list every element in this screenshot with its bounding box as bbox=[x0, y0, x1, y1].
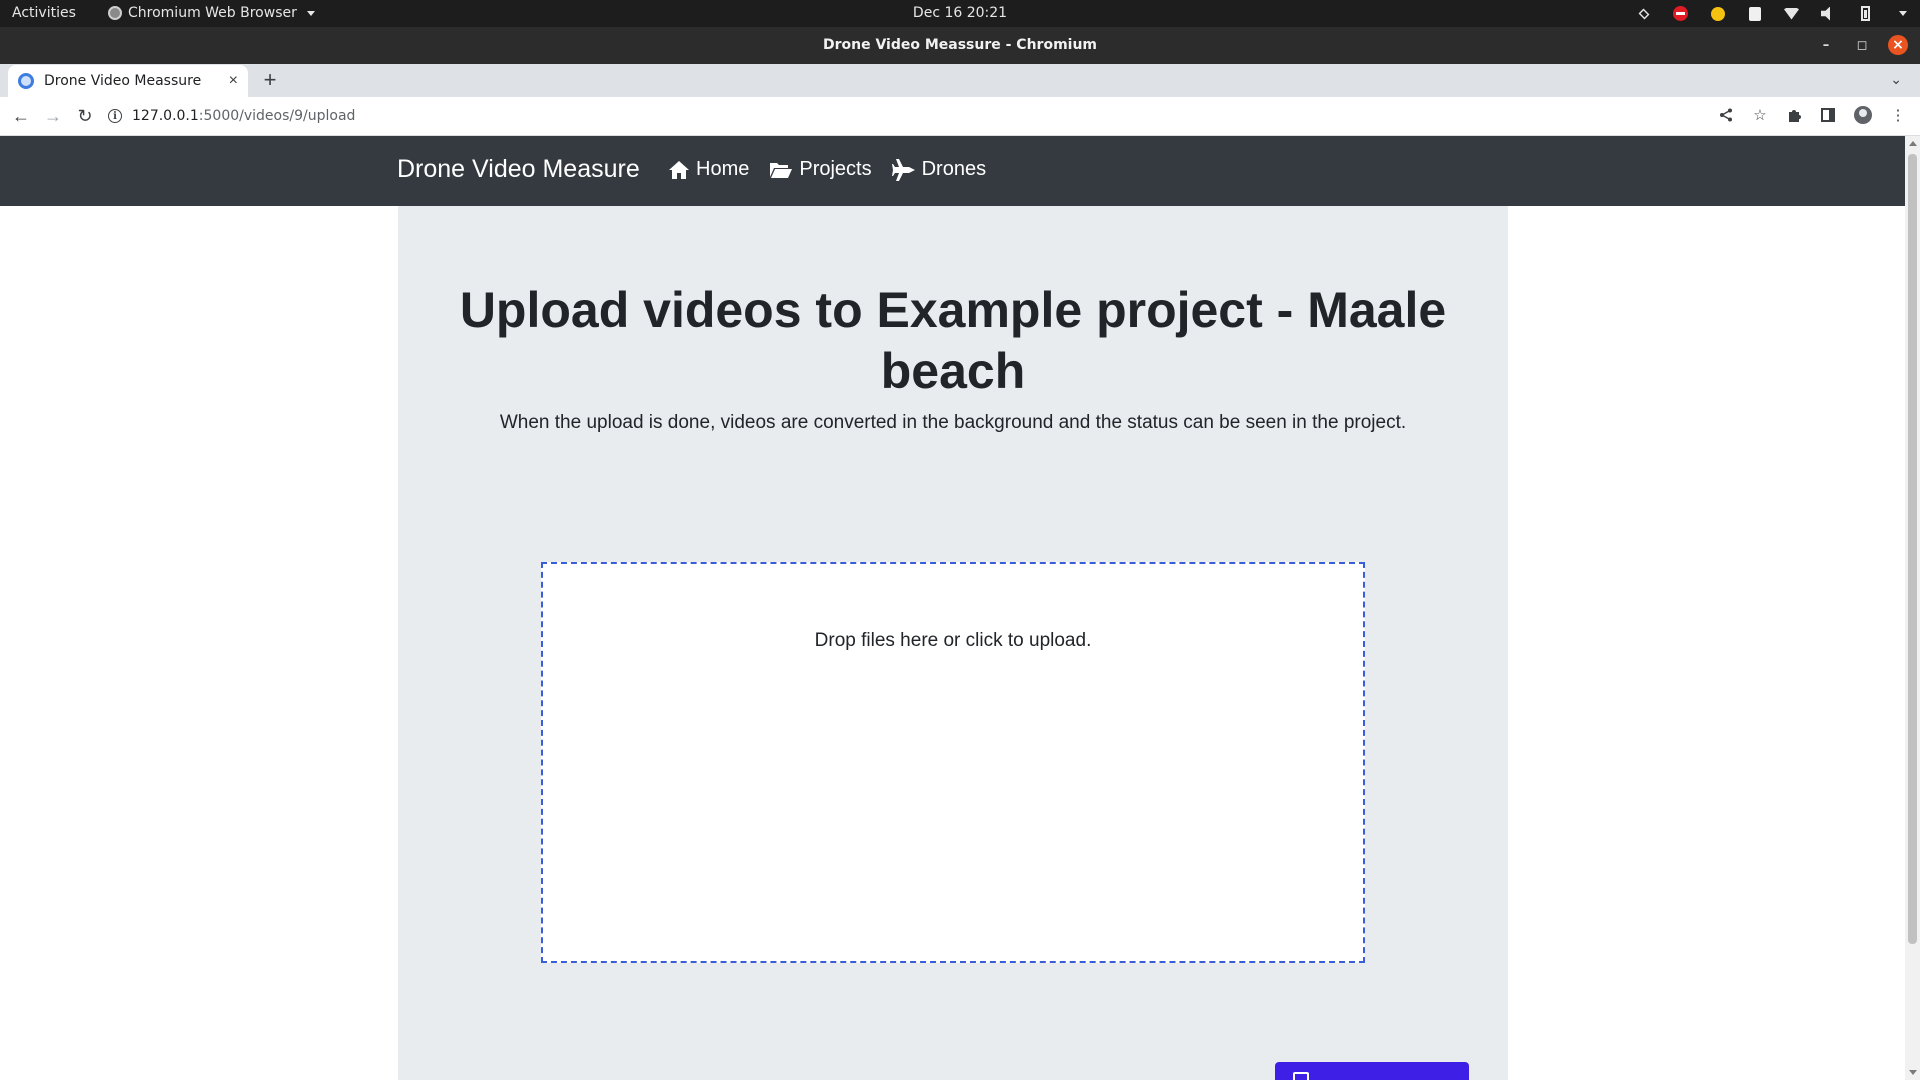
nav-links: Home Projects Drones bbox=[668, 158, 986, 181]
activities-button[interactable]: Activities bbox=[12, 5, 76, 21]
window-title-bar[interactable]: Drone Video Meassure - Chromium – ◻ × bbox=[0, 27, 1920, 64]
tab-close-icon[interactable]: × bbox=[229, 72, 238, 90]
nav-home[interactable]: Home bbox=[668, 158, 749, 181]
nav-projects[interactable]: Projects bbox=[769, 158, 872, 181]
do-not-disturb-icon[interactable] bbox=[1673, 6, 1688, 21]
volume-icon[interactable] bbox=[1821, 6, 1836, 21]
maximize-icon[interactable]: ◻ bbox=[1852, 35, 1872, 55]
toolbar-actions: ☆ ⋮ bbox=[1718, 106, 1906, 124]
nav-drones-label: Drones bbox=[921, 158, 987, 180]
page-scrollbar[interactable] bbox=[1905, 136, 1920, 1080]
page-title: Upload videos to Example project - Maale… bbox=[459, 282, 1447, 399]
browser-toolbar: ← → ↻ i 127.0.0.1:5000/videos/9/upload ☆… bbox=[0, 97, 1920, 136]
tab-strip: Drone Video Meassure × + ⌄ bbox=[0, 64, 1920, 97]
lead-text: When the upload is done, videos are conv… bbox=[499, 412, 1407, 433]
side-panel-icon[interactable] bbox=[1820, 107, 1836, 123]
app-menu-label: Chromium Web Browser bbox=[128, 5, 297, 21]
window-title: Drone Video Meassure - Chromium bbox=[822, 37, 1098, 53]
url-host: 127.0.0.1 bbox=[132, 108, 199, 124]
tab-active[interactable]: Drone Video Meassure × bbox=[8, 65, 248, 97]
kebab-menu-icon[interactable]: ⋮ bbox=[1890, 107, 1906, 124]
navbar-brand[interactable]: Drone Video Measure bbox=[397, 155, 640, 184]
minimize-icon[interactable]: – bbox=[1816, 35, 1836, 55]
url-path: :5000/videos/9/upload bbox=[198, 108, 356, 124]
extensions-puzzle-icon[interactable] bbox=[1786, 107, 1802, 123]
file-dropzone[interactable]: Drop files here or click to upload. bbox=[541, 562, 1365, 963]
battery-icon[interactable] bbox=[1858, 6, 1873, 21]
main-jumbotron: Upload videos to Example project - Maale… bbox=[398, 206, 1508, 1080]
new-tab-button[interactable]: + bbox=[258, 67, 282, 92]
back-arrow-icon[interactable]: ← bbox=[10, 105, 32, 127]
address-bar[interactable]: i 127.0.0.1:5000/videos/9/upload bbox=[108, 102, 1708, 130]
upload-button[interactable] bbox=[1275, 1062, 1469, 1080]
url-text[interactable]: 127.0.0.1:5000/videos/9/upload bbox=[132, 108, 355, 124]
system-menu-chevron-icon[interactable] bbox=[1895, 6, 1910, 21]
reload-icon[interactable]: ↻ bbox=[74, 105, 96, 127]
nav-drones[interactable]: Drones bbox=[891, 158, 987, 181]
nav-home-label: Home bbox=[696, 158, 750, 180]
scroll-thumb[interactable] bbox=[1908, 154, 1917, 944]
upload-button-icon bbox=[1293, 1072, 1309, 1080]
tab-title: Drone Video Meassure bbox=[44, 73, 202, 89]
site-info-icon[interactable]: i bbox=[108, 109, 122, 123]
app-menu[interactable]: Chromium Web Browser bbox=[108, 5, 315, 21]
forward-arrow-icon[interactable]: → bbox=[42, 105, 64, 127]
chevron-down-icon bbox=[306, 10, 315, 16]
nav-projects-label: Projects bbox=[799, 158, 872, 180]
scroll-down-arrow-icon[interactable] bbox=[1909, 1070, 1917, 1075]
home-icon bbox=[669, 160, 689, 179]
share-icon[interactable] bbox=[1718, 107, 1734, 123]
window-controls: – ◻ × bbox=[1816, 35, 1908, 55]
dropbox-icon[interactable] bbox=[1636, 6, 1651, 21]
folder-open-icon bbox=[770, 162, 793, 178]
plane-icon bbox=[891, 158, 915, 181]
system-tray[interactable] bbox=[1636, 4, 1910, 23]
scroll-up-arrow-icon[interactable] bbox=[1909, 141, 1917, 146]
page-viewport: Drone Video Measure Home Projects Drones… bbox=[0, 136, 1905, 1080]
site-navbar: Drone Video Measure Home Projects Drones bbox=[0, 136, 1905, 206]
notes-icon[interactable] bbox=[1747, 6, 1762, 21]
chromium-icon bbox=[108, 6, 122, 20]
updates-icon[interactable] bbox=[1710, 6, 1725, 21]
dropzone-message: Drop files here or click to upload. bbox=[814, 630, 1092, 651]
profile-avatar-icon[interactable] bbox=[1854, 106, 1872, 124]
close-window-icon[interactable]: × bbox=[1888, 35, 1908, 55]
bookmark-star-icon[interactable]: ☆ bbox=[1752, 107, 1768, 124]
favicon-icon bbox=[18, 73, 34, 89]
tab-search-chevron-icon[interactable]: ⌄ bbox=[1890, 71, 1902, 88]
wifi-icon[interactable] bbox=[1784, 6, 1799, 21]
os-top-bar: Activities Chromium Web Browser Dec 16 2… bbox=[0, 0, 1920, 27]
